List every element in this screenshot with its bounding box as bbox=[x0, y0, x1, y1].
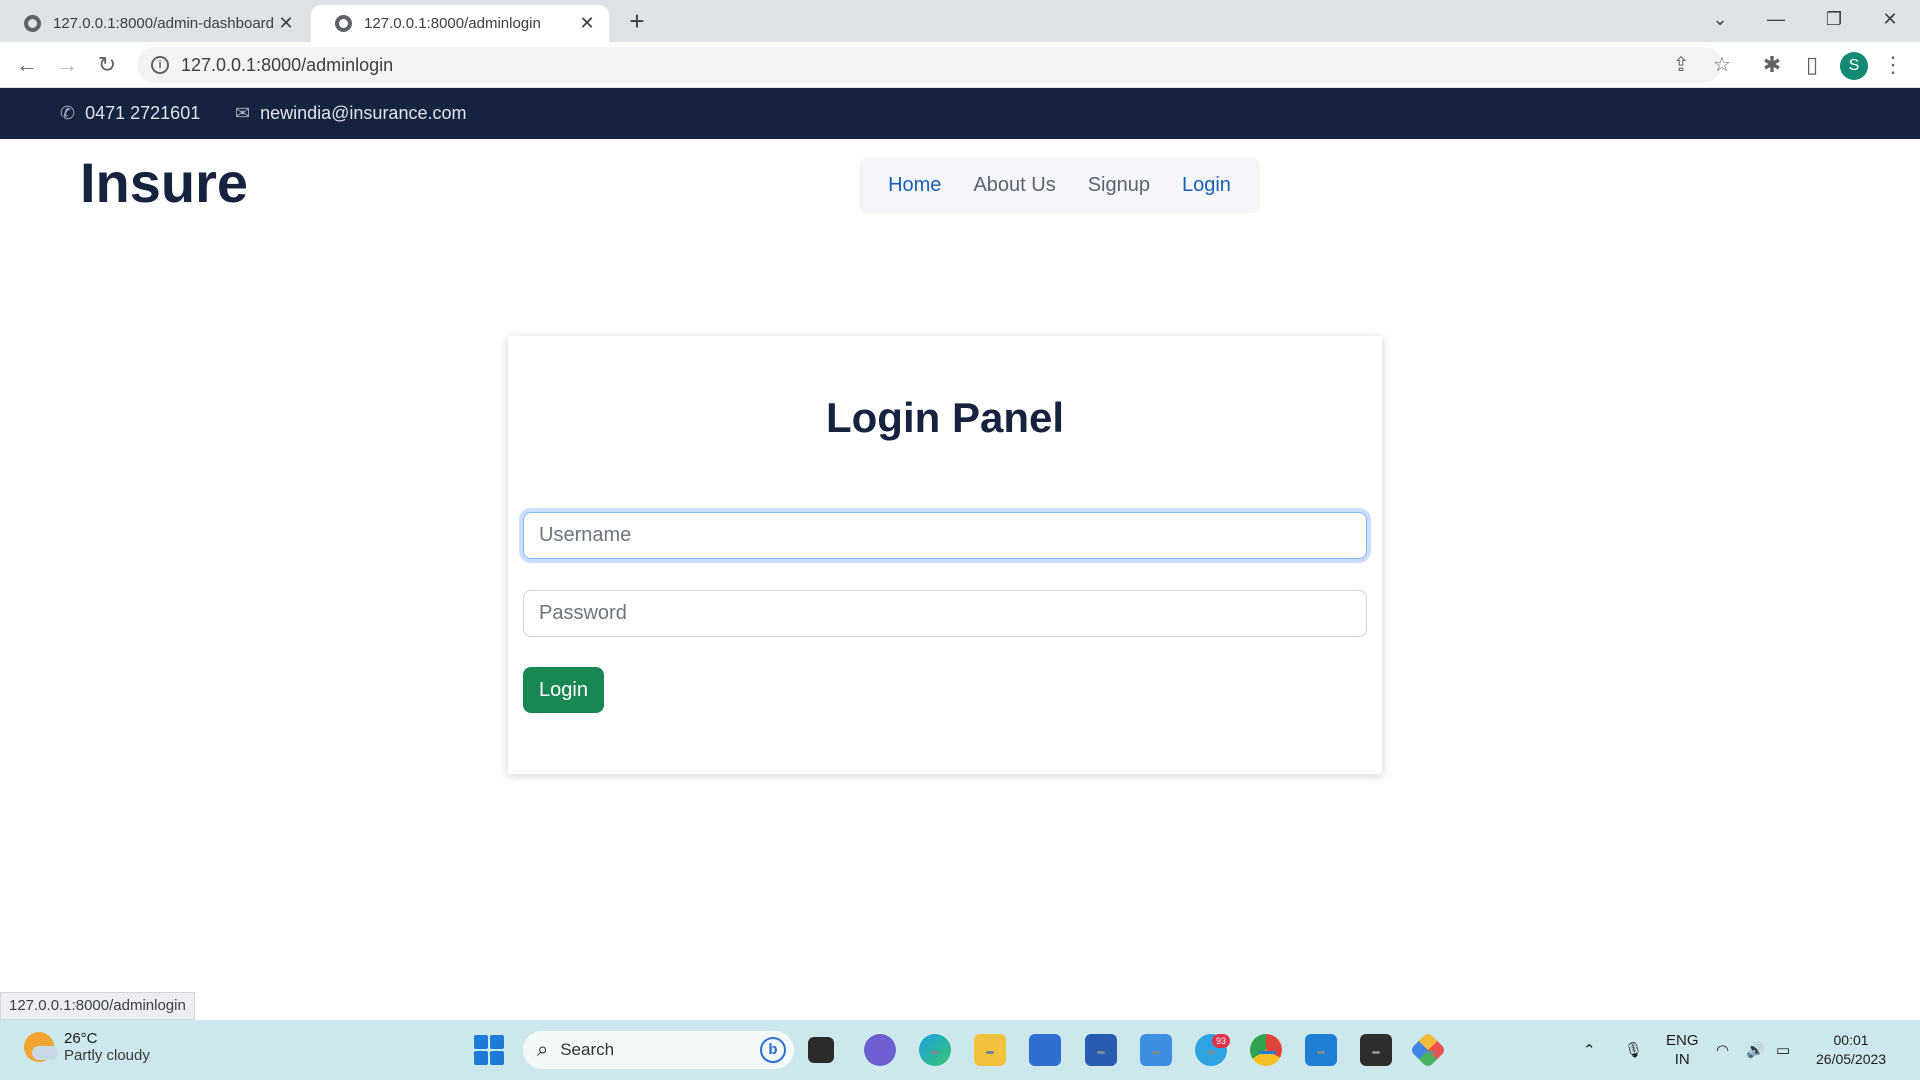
browser-menu-icon[interactable]: ⋮ bbox=[1878, 50, 1908, 80]
running-indicator bbox=[1427, 1051, 1435, 1054]
os-taskbar: 26°C Partly cloudy ⌕ Search b ⌃ 🎙 ENG IN… bbox=[0, 1020, 1920, 1080]
globe-icon bbox=[24, 15, 41, 32]
running-indicator bbox=[1097, 1051, 1105, 1054]
profile-avatar[interactable]: S bbox=[1840, 52, 1868, 80]
windows-start-icon[interactable] bbox=[474, 1035, 504, 1065]
username-input[interactable] bbox=[523, 512, 1367, 559]
notepad-icon[interactable] bbox=[1140, 1034, 1172, 1066]
phone-number: 0471 2721601 bbox=[85, 103, 201, 123]
phone-contact: ✆ 0471 2721601 bbox=[60, 88, 200, 139]
tab-admin-dashboard[interactable]: 127.0.0.1:8000/admin-dashboard ✕ bbox=[0, 5, 308, 42]
reload-button[interactable]: ↻ bbox=[92, 50, 122, 80]
weather-condition: Partly cloudy bbox=[64, 1047, 150, 1064]
language-code: ENG bbox=[1666, 1032, 1699, 1049]
nav-signup[interactable]: Signup bbox=[1088, 174, 1150, 197]
task-view-icon[interactable] bbox=[808, 1037, 834, 1063]
browser-toolbar: ← → ↻ i 127.0.0.1:8000/adminlogin ⇪ ☆ ✱ … bbox=[0, 42, 1920, 88]
login-button[interactable]: Login bbox=[523, 667, 604, 713]
clock-time: 00:01 bbox=[1833, 1032, 1869, 1048]
phone-icon: ✆ bbox=[60, 103, 76, 123]
brand-logo[interactable]: Insure bbox=[80, 150, 248, 215]
bing-icon[interactable]: b bbox=[760, 1037, 786, 1063]
bookmark-star-icon[interactable]: ☆ bbox=[1708, 51, 1736, 79]
search-icon: ⌕ bbox=[537, 1038, 549, 1061]
close-tab-icon[interactable]: ✕ bbox=[276, 13, 296, 34]
restore-button[interactable]: ❐ bbox=[1806, 0, 1862, 42]
share-icon[interactable]: ⇪ bbox=[1667, 51, 1695, 79]
vscode-icon[interactable] bbox=[1305, 1034, 1337, 1066]
word-icon[interactable] bbox=[1085, 1034, 1117, 1066]
gitkraken-icon[interactable] bbox=[1409, 1031, 1447, 1069]
tab-title: 127.0.0.1:8000/admin-dashboard bbox=[53, 15, 275, 32]
nav-home[interactable]: Home bbox=[888, 174, 941, 197]
close-window-button[interactable]: ✕ bbox=[1862, 0, 1918, 42]
main-nav: Home About Us Signup Login bbox=[859, 158, 1260, 213]
email-address: newindia@insurance.com bbox=[260, 103, 467, 123]
teams-chat-icon[interactable] bbox=[864, 1034, 896, 1066]
file-explorer-icon[interactable] bbox=[974, 1034, 1006, 1066]
link-status-bar: 127.0.0.1:8000/adminlogin bbox=[0, 992, 195, 1020]
battery-icon[interactable]: ▭ bbox=[1776, 1020, 1790, 1080]
side-panel-icon[interactable]: ▯ bbox=[1797, 50, 1827, 80]
volume-icon[interactable]: 🔊 bbox=[1746, 1020, 1765, 1080]
tab-adminlogin[interactable]: 127.0.0.1:8000/adminlogin ✕ bbox=[311, 5, 609, 42]
minimize-button[interactable]: — bbox=[1748, 0, 1804, 42]
running-indicator bbox=[1317, 1051, 1325, 1054]
running-indicator bbox=[986, 1051, 994, 1054]
running-indicator bbox=[1152, 1051, 1160, 1054]
active-app-indicator bbox=[1258, 1051, 1276, 1054]
browser-tab-strip: 127.0.0.1:8000/admin-dashboard ✕ 127.0.0… bbox=[0, 0, 1920, 42]
running-indicator bbox=[931, 1051, 939, 1054]
nav-login[interactable]: Login bbox=[1182, 174, 1231, 197]
chrome-icon[interactable] bbox=[1250, 1034, 1282, 1066]
login-panel-title: Login Panel bbox=[825, 394, 1064, 441]
running-indicator bbox=[1207, 1051, 1215, 1054]
microsoft-store-icon[interactable] bbox=[1029, 1034, 1061, 1066]
address-bar[interactable]: i 127.0.0.1:8000/adminlogin ⇪ ☆ bbox=[137, 47, 1731, 83]
weather-widget[interactable]: 26°C Partly cloudy bbox=[24, 1030, 150, 1064]
telegram-unread-badge: 93 bbox=[1212, 1034, 1230, 1048]
nav-about-us[interactable]: About Us bbox=[973, 174, 1055, 197]
taskbar-search-box[interactable]: ⌕ Search b bbox=[523, 1031, 794, 1069]
clock-date: 26/05/2023 bbox=[1816, 1051, 1887, 1067]
system-clock[interactable]: 00:01 26/05/2023 bbox=[1816, 1020, 1886, 1080]
extensions-puzzle-icon[interactable]: ✱ bbox=[1757, 50, 1787, 80]
running-indicator bbox=[1372, 1051, 1380, 1054]
language-region: IN bbox=[1674, 1051, 1690, 1068]
new-tab-button[interactable]: + bbox=[622, 6, 652, 36]
site-info-icon[interactable]: i bbox=[151, 56, 169, 74]
close-tab-icon[interactable]: ✕ bbox=[577, 13, 597, 34]
language-indicator[interactable]: ENG IN bbox=[1666, 1020, 1699, 1080]
tab-search-dropdown-icon[interactable]: ⌄ bbox=[1692, 0, 1748, 42]
email-contact: ✉ newindia@insurance.com bbox=[235, 88, 466, 139]
login-panel: Login Panel Login bbox=[508, 336, 1382, 774]
taskbar-search-label: Search bbox=[560, 1040, 615, 1059]
envelope-icon: ✉ bbox=[235, 103, 251, 123]
weather-temperature: 26°C bbox=[64, 1030, 98, 1047]
back-button[interactable]: ← bbox=[12, 50, 42, 80]
microphone-icon[interactable]: 🎙 bbox=[1624, 1020, 1643, 1080]
forward-button[interactable]: → bbox=[52, 50, 82, 80]
contact-top-bar: ✆ 0471 2721601 ✉ newindia@insurance.com bbox=[0, 88, 1920, 139]
globe-icon bbox=[335, 15, 352, 32]
edge-browser-icon[interactable] bbox=[919, 1034, 951, 1066]
address-url[interactable]: 127.0.0.1:8000/adminlogin bbox=[181, 55, 393, 76]
terminal-icon[interactable] bbox=[1360, 1034, 1392, 1066]
tab-title: 127.0.0.1:8000/adminlogin bbox=[364, 15, 541, 32]
show-hidden-icons-chevron-icon[interactable]: ⌃ bbox=[1583, 1020, 1596, 1080]
password-input[interactable] bbox=[523, 590, 1367, 637]
wifi-icon[interactable]: ◠ bbox=[1716, 1020, 1729, 1080]
partly-cloudy-icon bbox=[24, 1032, 58, 1062]
